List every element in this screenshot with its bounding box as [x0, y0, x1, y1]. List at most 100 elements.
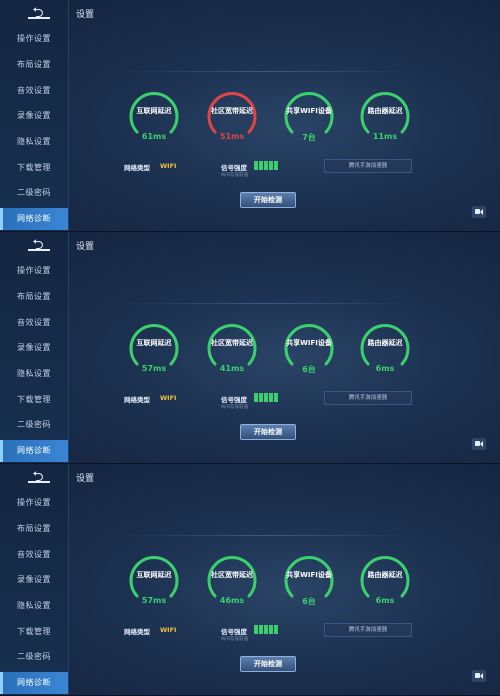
- sidebar: ⮌ 操作设置布局设置音效设置录像设置隐私设置下载管理二级密码网络诊断: [0, 0, 69, 231]
- signal-bar: [264, 161, 268, 170]
- sidebar: ⮌ 操作设置布局设置音效设置录像设置隐私设置下载管理二级密码网络诊断: [0, 464, 69, 695]
- settings-screen: ⮌ 操作设置布局设置音效设置录像设置隐私设置下载管理二级密码网络诊断 设置互联网延迟…: [0, 232, 500, 464]
- gauge-label: 共享WIFI设备: [286, 107, 332, 115]
- network-type-value: WIFI: [160, 626, 177, 634]
- sidebar-item[interactable]: 隐私设置: [0, 595, 68, 617]
- video-camera-icon[interactable]: [472, 438, 486, 450]
- gauge-label: 共享WIFI设备: [286, 571, 332, 579]
- gauge-label: 互联网延迟: [136, 107, 172, 115]
- gauge-value: 7台: [302, 133, 316, 142]
- network-type-label: 网络类型: [124, 164, 150, 172]
- start-detect-button[interactable]: 开始检测: [240, 656, 296, 672]
- signal-strength-label: 信号强度: [221, 396, 247, 404]
- gauge-value: 57ms: [141, 364, 167, 373]
- signal-bar: [259, 393, 263, 402]
- gauge: 路由器延迟 11ms: [355, 86, 415, 152]
- sidebar-item[interactable]: 二级密码: [0, 414, 68, 436]
- signal-bar: [269, 393, 273, 402]
- sidebar-item[interactable]: 布局设置: [0, 54, 68, 76]
- settings-screen: ⮌ 操作设置 布局设置 音效设置 录像设置 隐私设置 下载管理 二级密码 网络诊断 设置 互联网延迟…: [0, 464, 500, 696]
- network-type-label: 网络类型: [124, 396, 150, 404]
- sidebar-item[interactable]: 音效设置: [0, 312, 68, 334]
- gauge-label: 共享WIFI设备: [286, 339, 332, 347]
- signal-hint: WiFi信号较强: [221, 637, 249, 642]
- page-title: 设置: [76, 242, 95, 252]
- gauge-label: 路由器延迟: [367, 339, 403, 347]
- sidebar-item[interactable]: 二级密码: [0, 646, 68, 668]
- signal-bar: [254, 393, 258, 402]
- gauge-value: 6台: [302, 597, 316, 606]
- gauge: 路由器延迟 6ms: [355, 318, 415, 384]
- gauge-value: 46ms: [219, 596, 245, 605]
- back-arrow-icon[interactable]: ⮌: [26, 6, 50, 20]
- signal-strength-label: 信号强度: [221, 164, 247, 172]
- gauge-label: 社区宽带延迟: [211, 339, 253, 347]
- sidebar-item[interactable]: 布局设置: [0, 518, 68, 540]
- start-detect-button[interactable]: 开始检测: [240, 192, 296, 208]
- gauge-label: 社区宽带延迟: [211, 107, 253, 115]
- sidebar-item[interactable]: 布局设置: [0, 286, 68, 308]
- divider: [120, 303, 410, 304]
- gauge-value: 51ms: [219, 132, 245, 141]
- divider: [120, 535, 410, 536]
- sidebar-item[interactable]: 隐私设置: [0, 131, 68, 153]
- sidebar-item[interactable]: 下载管理: [0, 621, 68, 643]
- gauge-label: 路由器延迟: [367, 107, 403, 115]
- sidebar-item[interactable]: 下载管理: [0, 157, 68, 179]
- start-detect-button[interactable]: 开始检测: [240, 424, 296, 440]
- network-type-value: WIFI: [160, 162, 177, 170]
- signal-bar: [264, 393, 268, 402]
- sidebar-item[interactable]: 录像设置: [0, 105, 68, 127]
- page-title: 设置: [76, 10, 95, 20]
- sidebar-item[interactable]: 录像设置: [0, 569, 68, 591]
- video-camera-icon[interactable]: [472, 206, 486, 218]
- sidebar-item[interactable]: 操作设置: [0, 28, 68, 50]
- gauge-value: 57ms: [141, 596, 167, 605]
- signal-hint: WiFi信号较强: [221, 405, 249, 410]
- back-arrow-icon[interactable]: ⮌: [26, 470, 50, 484]
- sidebar-item[interactable]: 二级密码: [0, 182, 68, 204]
- gauge-value: 41ms: [219, 364, 245, 373]
- accelerator-button[interactable]: 腾讯手游加速器: [324, 159, 412, 173]
- gauge: 共享WIFI设备 6台: [279, 550, 339, 616]
- gauge: 社区宽带延迟 46ms: [202, 550, 262, 616]
- signal-bar: [259, 161, 263, 170]
- gauge-value: 6ms: [375, 596, 395, 605]
- signal-bar: [274, 625, 278, 634]
- gauge-label: 社区宽带延迟: [211, 571, 253, 579]
- signal-bar: [254, 161, 258, 170]
- gauge: 共享WIFI设备 6台: [279, 318, 339, 384]
- signal-bar: [274, 161, 278, 170]
- divider: [120, 71, 410, 72]
- signal-bar: [264, 625, 268, 634]
- sidebar-item[interactable]: 网络诊断: [0, 208, 68, 230]
- gauge: 社区宽带延迟 41ms: [202, 318, 262, 384]
- gauge-value: 6台: [302, 365, 316, 374]
- signal-bar: [274, 393, 278, 402]
- sidebar-item[interactable]: 网络诊断: [0, 672, 68, 694]
- gauge: 路由器延迟 6ms: [355, 550, 415, 616]
- gauge-label: 互联网延迟: [136, 339, 172, 347]
- network-type-value: WIFI: [160, 394, 177, 402]
- sidebar-item[interactable]: 录像设置: [0, 337, 68, 359]
- signal-bar: [269, 161, 273, 170]
- sidebar-item[interactable]: 下载管理: [0, 389, 68, 411]
- sidebar-item[interactable]: 音效设置: [0, 80, 68, 102]
- sidebar-item[interactable]: 隐私设置: [0, 363, 68, 385]
- gauge-value: 61ms: [141, 132, 167, 141]
- video-camera-icon[interactable]: [472, 670, 486, 682]
- gauge-label: 路由器延迟: [367, 571, 403, 579]
- sidebar-item[interactable]: 网络诊断: [0, 440, 68, 462]
- sidebar: ⮌ 操作设置布局设置音效设置录像设置隐私设置下载管理二级密码网络诊断: [0, 232, 69, 463]
- signal-bar: [259, 625, 263, 634]
- sidebar-item[interactable]: 音效设置: [0, 544, 68, 566]
- gauge: 互联网延迟 57ms: [124, 550, 184, 616]
- sidebar-item[interactable]: 操作设置: [0, 260, 68, 282]
- signal-bar: [254, 625, 258, 634]
- back-arrow-icon[interactable]: ⮌: [26, 238, 50, 252]
- network-type-label: 网络类型: [124, 628, 150, 636]
- accelerator-button[interactable]: 腾讯手游加速器: [324, 623, 412, 637]
- accelerator-button[interactable]: 腾讯手游加速器: [324, 391, 412, 405]
- gauge: 共享WIFI设备 7台: [279, 86, 339, 152]
- sidebar-item[interactable]: 操作设置: [0, 492, 68, 514]
